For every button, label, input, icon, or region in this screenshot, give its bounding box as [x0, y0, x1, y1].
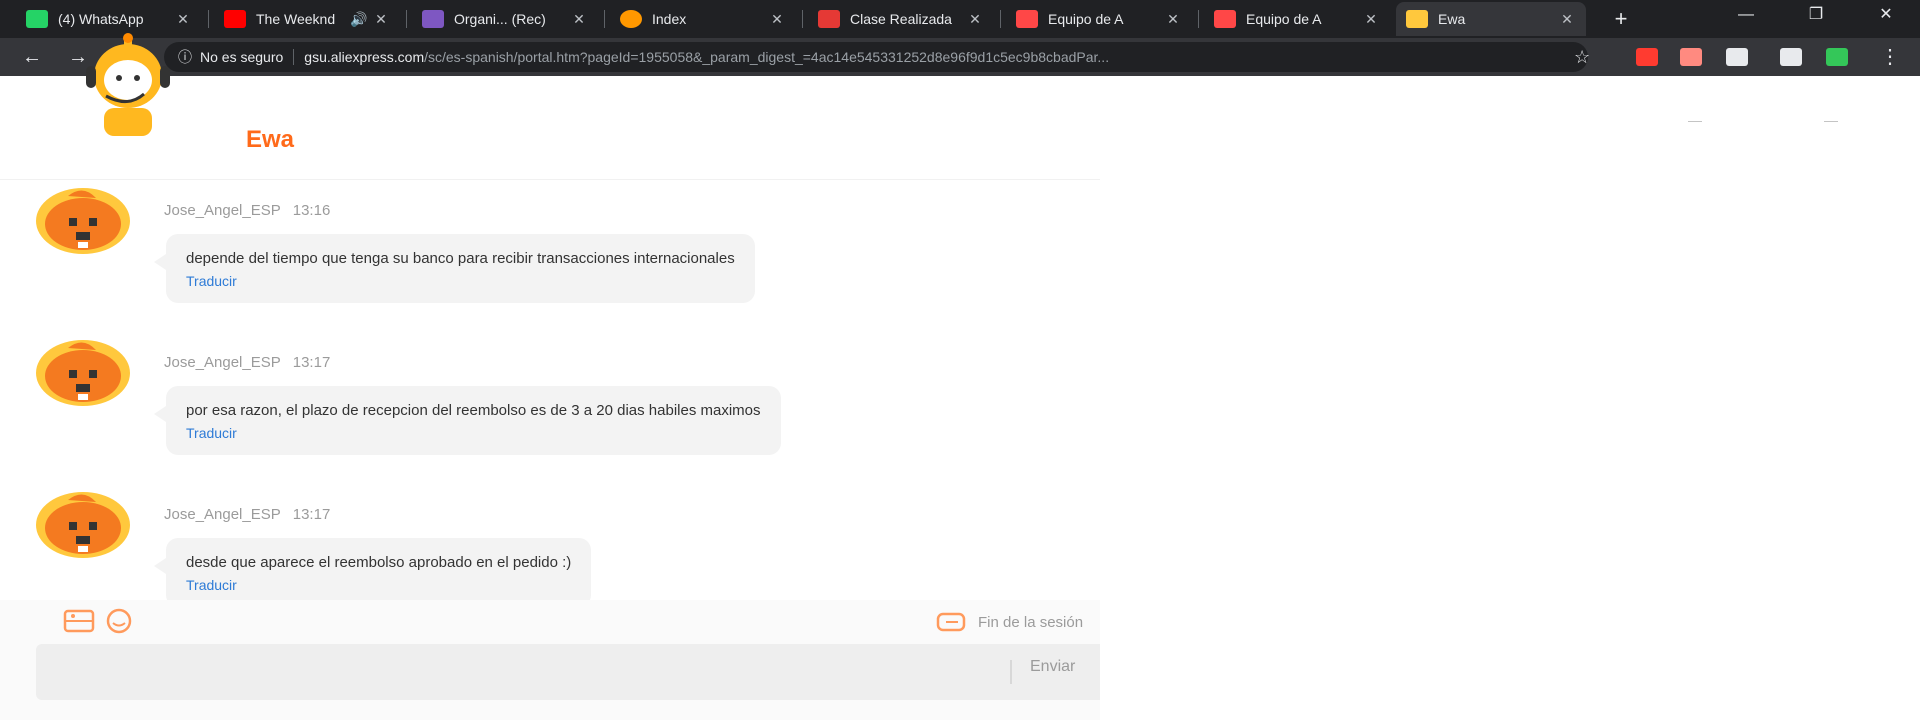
audio-icon[interactable]: 🔊: [346, 11, 372, 28]
tab-clase[interactable]: Clase Realizada ✕: [808, 2, 994, 36]
tab-title: Index: [652, 11, 687, 27]
youtube-icon: [224, 10, 246, 28]
message-time: 13:17: [292, 506, 331, 523]
tab-icon: [818, 10, 840, 28]
ewa-icon: [1406, 10, 1428, 28]
message-author: Jose_Angel_ESP: [164, 506, 281, 523]
message-author: Jose_Angel_ESP: [164, 354, 281, 371]
emoji-icon[interactable]: [102, 608, 136, 634]
close-icon[interactable]: ✕: [768, 11, 786, 28]
address-divider: [293, 49, 295, 65]
chat-composer: Fin de la sesión Enviar: [0, 600, 1100, 720]
tab-aliexpress-1[interactable]: Equipo de A ✕: [1006, 2, 1192, 36]
message-bubble: depende del tiempo que tenga su banco pa…: [154, 234, 755, 303]
tab-whatsapp[interactable]: (4) WhatsApp ✕: [16, 2, 202, 36]
translate-link[interactable]: Traducir: [186, 425, 761, 441]
extension-icon[interactable]: [1780, 48, 1802, 66]
tab-title: Equipo de A: [1048, 11, 1124, 27]
minimize-button[interactable]: —: [1716, 0, 1776, 34]
message-text: por esa razon, el plazo de recepcion del…: [186, 402, 761, 419]
tab-title: Organi... (Rec): [454, 11, 546, 27]
address-bar[interactable]: ⓘ No es seguro gsu.aliexpress.com /sc/es…: [164, 42, 1588, 72]
header-control[interactable]: —: [1824, 112, 1838, 128]
extension-icon[interactable]: [1726, 48, 1748, 66]
extension-icon[interactable]: [1826, 48, 1848, 66]
close-icon[interactable]: ✕: [570, 11, 588, 28]
tab-organizer[interactable]: Organi... (Rec) ✕: [412, 2, 598, 36]
tab-aliexpress-2[interactable]: Equipo de A ✕: [1204, 2, 1390, 36]
url-domain: gsu.aliexpress.com: [304, 49, 425, 65]
message-bubble: por esa razon, el plazo de recepcion del…: [154, 386, 781, 455]
message-author: Jose_Angel_ESP: [164, 202, 281, 219]
close-icon[interactable]: ✕: [372, 11, 390, 28]
extension-icon[interactable]: [1680, 48, 1702, 66]
agent-avatar: [36, 492, 130, 558]
image-upload-icon[interactable]: [62, 608, 96, 634]
message-input[interactable]: [36, 644, 1100, 700]
tab-title: Clase Realizada: [850, 11, 952, 27]
tab-index[interactable]: Index ✕: [610, 2, 796, 36]
end-session-button[interactable]: Fin de la sesión: [936, 610, 1083, 634]
close-window-button[interactable]: ✕: [1856, 0, 1916, 34]
end-session-label: Fin de la sesión: [978, 613, 1084, 631]
url-path: /sc/es-spanish/portal.htm?pageId=1955058…: [424, 49, 1110, 65]
header-control[interactable]: —: [1688, 112, 1702, 128]
tab-icon: [422, 10, 444, 28]
tab-title: Equipo de A: [1246, 11, 1322, 27]
tab-divider: [604, 10, 605, 28]
close-icon[interactable]: ✕: [1558, 11, 1576, 28]
tab-title: The Weeknd: [256, 11, 336, 27]
tab-icon: [620, 10, 642, 28]
send-divider: [1010, 660, 1012, 684]
browser-toolbar: ← → ↻ ⓘ No es seguro gsu.aliexpress.com …: [0, 38, 1920, 76]
message-meta: Jose_Angel_ESP 13:17: [164, 506, 330, 523]
close-icon[interactable]: ✕: [1164, 11, 1182, 28]
bookmark-star-icon[interactable]: ☆: [1574, 42, 1590, 72]
message-text: desde que aparece el reembolso aprobado …: [186, 554, 572, 571]
send-button[interactable]: Enviar: [1030, 658, 1075, 676]
message-time: 13:16: [292, 202, 331, 219]
ewa-bot-avatar: [86, 33, 170, 136]
close-icon[interactable]: ✕: [966, 11, 984, 28]
tab-divider: [208, 10, 209, 28]
whatsapp-icon: [26, 10, 48, 28]
message-meta: Jose_Angel_ESP 13:17: [164, 354, 330, 371]
message-text: depende del tiempo que tenga su banco pa…: [186, 250, 735, 267]
back-arrow-icon[interactable]: ←: [18, 44, 46, 70]
maximize-button[interactable]: ❐: [1786, 0, 1846, 34]
tab-ewa-active[interactable]: Ewa ✕: [1396, 2, 1586, 36]
browser-tab-strip: (4) WhatsApp ✕ The Weeknd 🔊 ✕ Organi... …: [0, 0, 1920, 38]
message-bubble: desde que aparece el reembolso aprobado …: [153, 538, 592, 600]
message-list[interactable]: Jose_Angel_ESP 13:16 depende del tiempo q…: [0, 180, 1100, 600]
aliexpress-icon: [1016, 10, 1038, 28]
translate-link[interactable]: Traducir: [186, 273, 735, 289]
browser-menu-icon[interactable]: ⋮: [1880, 42, 1900, 72]
tab-title: Ewa: [1438, 11, 1466, 27]
message-meta: Jose_Angel_ESP 13:16: [164, 202, 330, 219]
new-tab-button[interactable]: +: [1608, 6, 1634, 32]
extension-icon[interactable]: [1636, 48, 1658, 66]
aliexpress-icon: [1214, 10, 1236, 28]
tab-divider: [1198, 10, 1199, 28]
end-chat-icon: [936, 612, 966, 632]
bot-name: Ewa: [246, 126, 295, 153]
translate-link[interactable]: Traducir: [186, 577, 571, 593]
warning-icon[interactable]: ⓘ: [178, 47, 192, 67]
security-status[interactable]: No es seguro: [200, 49, 283, 65]
close-icon[interactable]: ✕: [1362, 11, 1380, 28]
agent-avatar: [36, 188, 130, 254]
message-time: 13:17: [292, 354, 331, 371]
tab-divider: [1000, 10, 1001, 28]
agent-avatar: [36, 340, 130, 406]
tab-title: (4) WhatsApp: [58, 11, 144, 27]
tab-youtube[interactable]: The Weeknd 🔊 ✕: [214, 2, 400, 36]
close-icon[interactable]: ✕: [174, 11, 192, 28]
tab-divider: [802, 10, 803, 28]
tab-divider: [406, 10, 407, 28]
